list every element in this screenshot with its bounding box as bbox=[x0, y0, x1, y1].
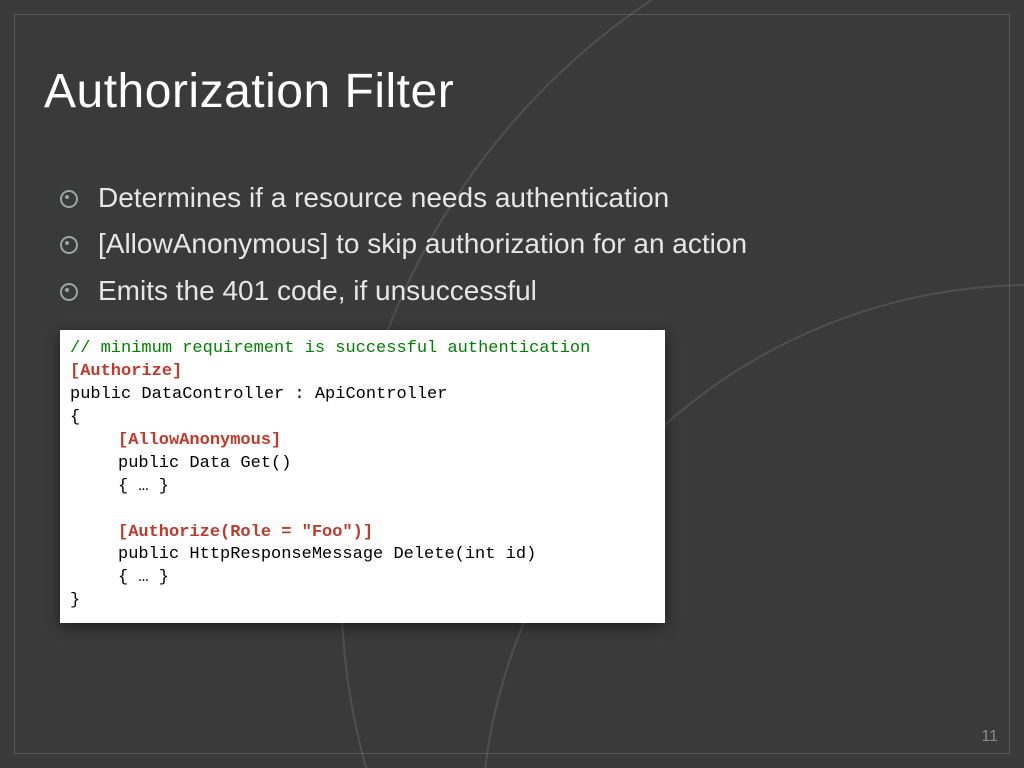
code-line: public HttpResponseMessage Delete(int id… bbox=[70, 544, 536, 567]
bullet-icon bbox=[60, 283, 78, 301]
list-item: [AllowAnonymous] to skip authorization f… bbox=[60, 226, 984, 262]
code-line: { … } bbox=[70, 567, 169, 590]
slide-title: Authorization Filter bbox=[44, 64, 454, 119]
list-item: Emits the 401 code, if unsuccessful bbox=[60, 273, 984, 309]
bullet-icon bbox=[60, 236, 78, 254]
code-line: { bbox=[70, 407, 655, 430]
code-attribute: [AllowAnonymous] bbox=[70, 430, 281, 453]
bullet-text: [AllowAnonymous] to skip authorization f… bbox=[98, 226, 747, 262]
bullet-text: Emits the 401 code, if unsuccessful bbox=[98, 273, 537, 309]
code-line: } bbox=[70, 590, 655, 613]
code-attribute: [Authorize(Role = "Foo")] bbox=[70, 522, 373, 545]
slide: Authorization Filter Determines if a res… bbox=[0, 0, 1024, 768]
code-line: public Data Get() bbox=[70, 453, 291, 476]
code-line: { … } bbox=[70, 476, 169, 499]
page-number: 11 bbox=[981, 728, 998, 746]
code-attribute: [Authorize] bbox=[70, 361, 655, 384]
code-snippet: // minimum requirement is successful aut… bbox=[60, 330, 665, 623]
bullet-list: Determines if a resource needs authentic… bbox=[60, 180, 984, 319]
bullet-icon bbox=[60, 190, 78, 208]
bullet-text: Determines if a resource needs authentic… bbox=[98, 180, 669, 216]
code-comment: // minimum requirement is successful aut… bbox=[70, 338, 655, 361]
list-item: Determines if a resource needs authentic… bbox=[60, 180, 984, 216]
code-line: public DataController : ApiController bbox=[70, 384, 655, 407]
